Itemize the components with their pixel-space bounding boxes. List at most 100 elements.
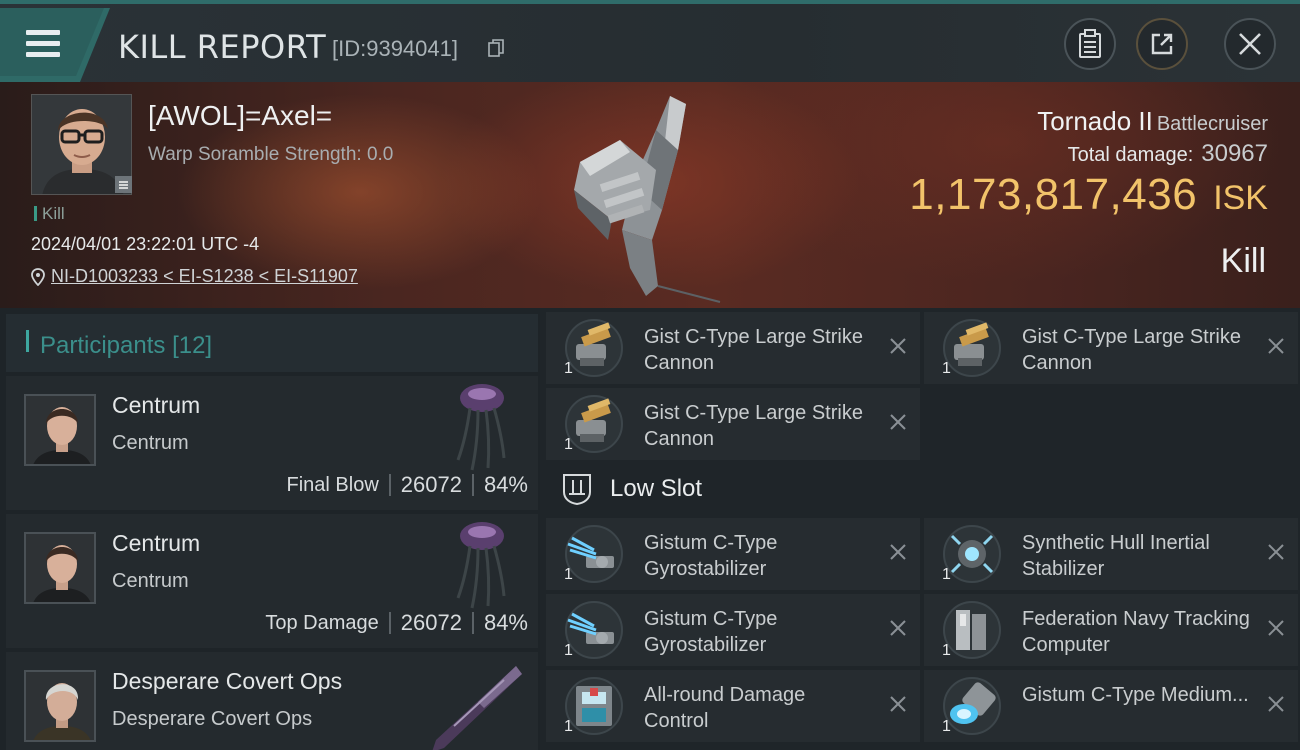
copy-icon[interactable] — [488, 39, 504, 57]
participants-panel[interactable]: Participants [12] Centrum Centrum Final … — [0, 308, 540, 750]
participant-stats: Final Blow 26072 84% — [287, 472, 529, 498]
divider — [471, 612, 474, 634]
portrait-badge — [115, 176, 132, 193]
close-icon — [1239, 33, 1261, 55]
module-item[interactable]: 1 Gistum C-Type Medium... — [924, 670, 1298, 742]
warp-scramble-strength: Warp Soramble Strength: 0.0 — [148, 144, 394, 165]
victim-ship-name[interactable]: Tornado II Battlecruiser — [1037, 106, 1268, 137]
clipboard-icon — [1079, 29, 1101, 58]
module-item[interactable]: 1 Gist C-Type Large Strike Cannon — [546, 312, 920, 384]
close-icon[interactable] — [1266, 542, 1286, 562]
participant-percent: 84% — [483, 610, 528, 635]
participants-label: Participants — [40, 332, 166, 359]
participant-name: Centrum — [112, 392, 201, 418]
module-item[interactable]: 1 Federation Navy Tracking Computer — [924, 594, 1298, 666]
module-item[interactable]: 1 All-round Damage Control — [546, 670, 920, 742]
module-quantity: 1 — [942, 642, 951, 659]
module-name: Gist C-Type Large Strike Cannon — [644, 326, 863, 374]
participant-percent: 84% — [483, 472, 528, 497]
clipboard-button[interactable] — [1064, 18, 1116, 70]
module-quantity: 1 — [942, 566, 951, 583]
participant-row[interactable]: Desperare Covert Ops Desperare Covert Op… — [6, 652, 538, 750]
module-name: Gist C-Type Large Strike Cannon — [644, 402, 863, 450]
close-icon[interactable] — [888, 618, 908, 638]
menu-button[interactable] — [20, 26, 64, 62]
total-damage-value: 30967 — [1201, 140, 1268, 167]
menu-tab — [0, 8, 110, 82]
list-icon — [119, 181, 128, 189]
module-name: Gistum C-Type Gyrostabilizer — [644, 532, 778, 580]
module-name: Federation Navy Tracking Computer — [1022, 608, 1250, 656]
close-icon[interactable] — [1266, 618, 1286, 638]
kill-timestamp: 2024/04/01 23:22:01 UTC -4 — [31, 234, 260, 254]
module-name: Gistum C-Type Medium... — [1022, 684, 1249, 706]
module-item[interactable]: 1 Gistum C-Type Gyrostabilizer — [546, 518, 920, 590]
low-slot-icon — [563, 474, 591, 506]
location-link[interactable]: NI-D1003233 < EI-S1238 < EI-S11907 — [51, 266, 358, 287]
participant-stats: Top Damage 26072 84% — [265, 610, 528, 636]
result-tag: Kill — [34, 204, 65, 224]
divider — [388, 612, 391, 634]
close-icon[interactable] — [1266, 336, 1286, 356]
share-button[interactable] — [1136, 18, 1188, 70]
module-item[interactable]: 1 Gist C-Type Large Strike Cannon — [546, 388, 920, 460]
page-title: KILL REPORT — [118, 28, 327, 66]
divider — [388, 474, 391, 496]
location-pin-icon — [31, 267, 45, 286]
participants-count: [12] — [172, 332, 213, 359]
outcome-label: Kill — [1220, 242, 1266, 280]
close-icon[interactable] — [888, 336, 908, 356]
participant-ship-icon — [456, 522, 506, 609]
total-damage: Total damage: 30967 — [1068, 140, 1268, 168]
close-icon[interactable] — [1266, 694, 1286, 714]
isk-value: 1,173,817,436 — [909, 170, 1198, 219]
participant-role: Top Damage — [265, 611, 379, 634]
participant-name: Centrum — [112, 530, 201, 556]
participant-portrait[interactable] — [24, 532, 96, 604]
participant-damage: 26072 — [400, 610, 462, 635]
close-button[interactable] — [1224, 18, 1276, 70]
close-icon[interactable] — [888, 694, 908, 714]
participant-portrait[interactable] — [24, 394, 96, 466]
module-item[interactable]: 1 Gistum C-Type Gyrostabilizer — [546, 594, 920, 666]
menu-icon — [20, 30, 24, 57]
module-quantity: 1 — [564, 566, 573, 583]
header-accent — [26, 330, 29, 352]
location: NI-D1003233 < EI-S1238 < EI-S11907 — [31, 266, 358, 287]
ship-class: Battlecruiser — [1156, 113, 1268, 135]
close-icon[interactable] — [888, 542, 908, 562]
low-slot-label: Low Slot — [610, 475, 703, 502]
participant-damage: 26072 — [400, 472, 462, 497]
share-icon — [1151, 33, 1173, 55]
module-quantity: 1 — [942, 360, 951, 377]
participants-title: Participants [12] — [40, 332, 212, 360]
participant-row[interactable]: Centrum Centrum Top Damage 26072 84% — [6, 514, 538, 648]
top-bar: KILL REPORT [ID:9394041] — [0, 0, 1300, 82]
module-item[interactable]: 1 Gist C-Type Large Strike Cannon — [924, 312, 1298, 384]
module-quantity: 1 — [564, 642, 573, 659]
ship-name: Tornado II — [1037, 106, 1153, 136]
participant-row[interactable]: Centrum Centrum Final Blow 26072 84% — [6, 376, 538, 510]
module-name: All-round Damage Control — [644, 684, 806, 732]
module-quantity: 1 — [564, 718, 573, 735]
module-item[interactable]: 1 Synthetic Hull Inertial Stabilizer — [924, 518, 1298, 590]
module-quantity: 1 — [942, 718, 951, 735]
participant-role: Final Blow — [286, 473, 379, 496]
module-name: Gistum C-Type Gyrostabilizer — [644, 608, 778, 656]
isk-loss: 1,173,817,436 ISK — [909, 170, 1268, 220]
low-slot-header: Low Slot — [546, 464, 1294, 514]
total-damage-label: Total damage: — [1067, 144, 1194, 166]
report-id: [ID:9394041] — [332, 36, 458, 61]
victim-summary: [AWOL]=Axel= Warp Soramble Strength: 0.0… — [0, 82, 1300, 308]
participant-portrait[interactable] — [24, 670, 96, 742]
close-icon[interactable] — [888, 412, 908, 432]
participant-ship-icon — [456, 384, 506, 471]
participant-corp: Centrum — [112, 570, 189, 592]
isk-unit: ISK — [1213, 179, 1268, 217]
victim-name[interactable]: [AWOL]=Axel= — [148, 100, 332, 132]
module-quantity: 1 — [564, 436, 573, 453]
fitting-panel[interactable]: 1 Gist C-Type Large Strike Cannon 1 Gist… — [540, 308, 1300, 750]
module-quantity: 1 — [564, 360, 573, 377]
divider — [471, 474, 474, 496]
participant-ship-icon — [432, 666, 522, 750]
